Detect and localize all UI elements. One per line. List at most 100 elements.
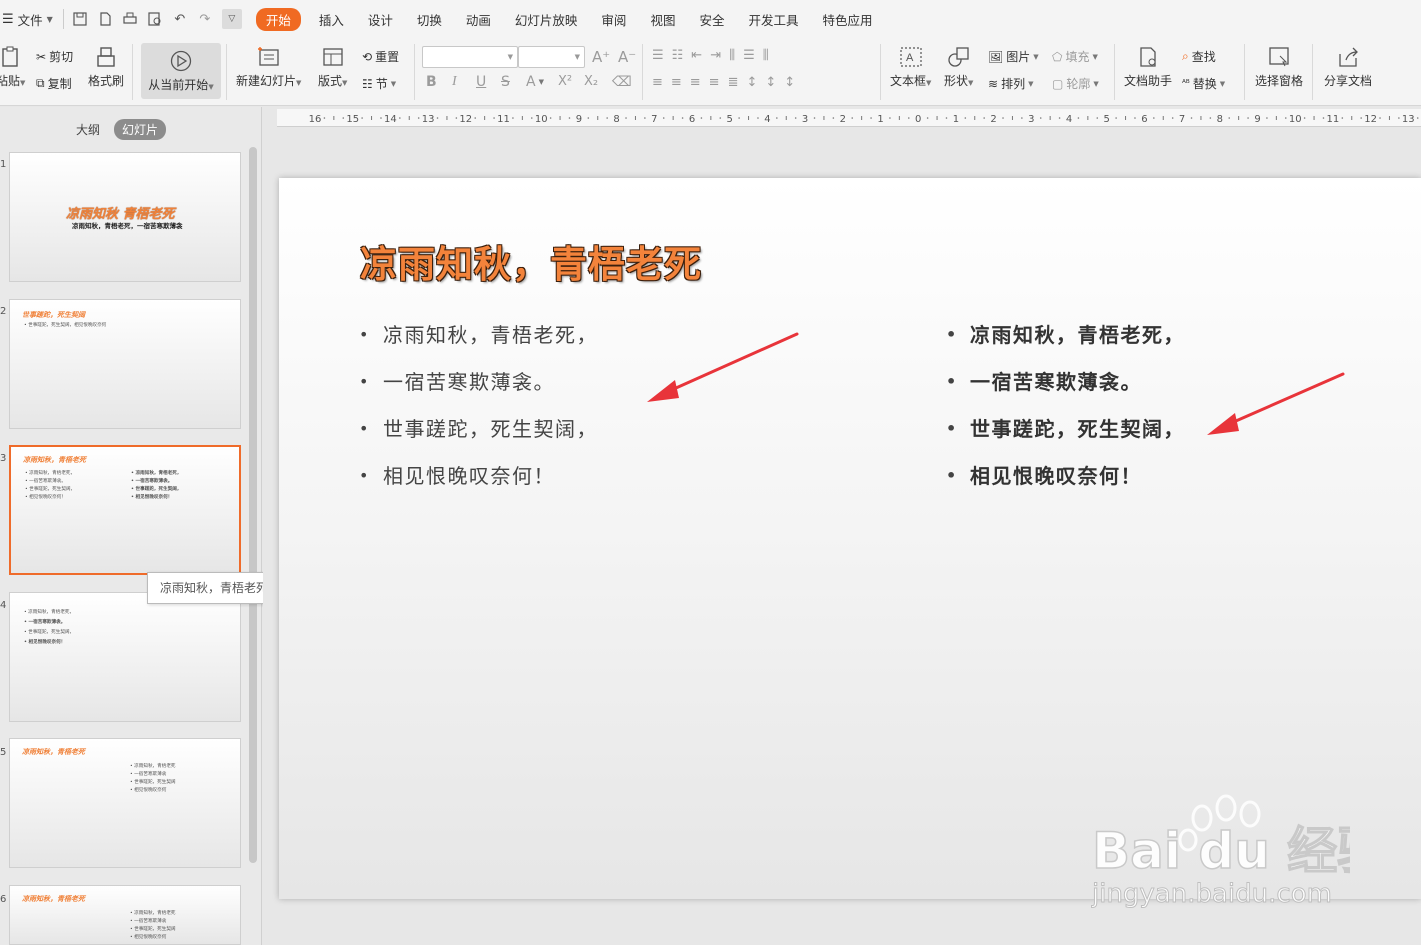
ruler-dot bbox=[1228, 117, 1231, 119]
save-icon[interactable] bbox=[72, 11, 88, 27]
tab-slides[interactable]: 幻灯片 bbox=[114, 119, 167, 140]
font-name-select[interactable]: ▼ bbox=[422, 46, 518, 68]
ruler-label: 3 bbox=[802, 114, 808, 125]
outline-button[interactable]: ▢ 轮廓 ▼ bbox=[1052, 75, 1099, 92]
file-menu[interactable]: ☰ 文件 ▼ bbox=[0, 10, 59, 29]
tab-5[interactable]: 幻灯片放映 bbox=[503, 10, 590, 29]
ruler-label: 1 bbox=[953, 114, 959, 125]
slide-navigation-panel: 大纲 幻灯片 1 凉雨知秋 青梧老死 凉雨知秋，青梧老死，一宿苦寒欺薄衾 2 世… bbox=[0, 107, 262, 945]
ruler-dot bbox=[474, 117, 477, 119]
paste-button[interactable]: 粘贴▼ bbox=[0, 46, 25, 89]
section-button[interactable]: ☷ 节 ▼ bbox=[362, 75, 396, 92]
tab-outline[interactable]: 大纲 bbox=[68, 119, 108, 140]
decrease-font-icon[interactable]: A⁻ bbox=[618, 48, 636, 66]
clear-format-icon[interactable]: ⌫ bbox=[612, 74, 632, 90]
italic-icon[interactable]: I bbox=[452, 74, 457, 90]
layout-button[interactable]: 版式▼ bbox=[318, 46, 347, 89]
copy-button[interactable]: ⧉ 复制 bbox=[36, 75, 72, 92]
search-icon: ⌕ bbox=[1182, 49, 1189, 63]
replace-button[interactable]: ᴬᴮ 替换 ▼ bbox=[1182, 75, 1225, 92]
tab-9[interactable]: 开发工具 bbox=[736, 10, 810, 29]
superscript-icon[interactable]: X² bbox=[558, 74, 572, 89]
ruler-dot bbox=[399, 117, 401, 119]
fill-button[interactable]: ⬠ 填充 ▼ bbox=[1052, 48, 1098, 65]
font-size-select[interactable]: ▼ bbox=[518, 46, 585, 68]
left-text-box[interactable]: 凉雨知秋，青梧老死， 一宿苦寒欺薄衾。 世事蹉跎，死生契阔， 相见恨晚叹奈何！ bbox=[359, 318, 598, 506]
ruler-dot bbox=[1360, 117, 1362, 119]
find-button[interactable]: ⌕ 查找 bbox=[1182, 48, 1216, 65]
slide-thumbnail-2[interactable]: 世事蹉跎，死生契阔 • 世事蹉跎，死生契阔，相见恨晚叹奈何 bbox=[9, 299, 241, 429]
customize-toolbar-icon[interactable]: ▽ bbox=[221, 9, 242, 29]
slide-title[interactable]: 凉雨知秋，青梧老死 bbox=[360, 234, 702, 288]
print-icon[interactable] bbox=[122, 11, 138, 27]
tab-10[interactable]: 特色应用 bbox=[810, 10, 884, 29]
from-current-slide-button[interactable]: 从当前开始▼ bbox=[141, 43, 221, 99]
ruler-dot bbox=[361, 117, 363, 119]
slide-thumbnail-5[interactable]: 凉雨知秋，青梧老死 • 凉雨知秋，青梧老死 • 一宿苦寒欺薄衾 • 世事蹉跎，死… bbox=[9, 738, 241, 868]
strikethrough-icon[interactable]: S bbox=[501, 74, 510, 90]
subscript-icon[interactable]: X₂ bbox=[584, 74, 598, 89]
ruler-label: 6 bbox=[689, 114, 695, 125]
ruler-label: 9 bbox=[576, 114, 582, 125]
ruler-label: 6 bbox=[1141, 114, 1147, 125]
slide-thumbnail-4[interactable]: • 凉雨知秋，青梧老死， • 一宿苦寒欺薄衾。 • 世事蹉跎，死生契阔， • 相… bbox=[9, 592, 241, 722]
print-preview-icon[interactable] bbox=[147, 11, 163, 27]
ruler-label: 0 bbox=[915, 114, 921, 125]
ruler-dot bbox=[1379, 117, 1381, 119]
textbox-button[interactable]: A 文本框▼ bbox=[890, 46, 931, 89]
tab-0[interactable]: 开始 bbox=[255, 7, 301, 31]
cut-button[interactable]: ✂ 剪切 bbox=[36, 48, 73, 65]
reset-button[interactable]: ⟲ 重置 bbox=[362, 48, 399, 65]
quick-access-toolbar: ↶ ↷ ▽ bbox=[62, 9, 250, 29]
ruler-dot bbox=[342, 117, 345, 119]
section-icon: ☷ bbox=[362, 76, 373, 91]
bold-icon[interactable]: B bbox=[426, 74, 437, 90]
format-painter-label: 格式刷 bbox=[88, 74, 125, 88]
horizontal-ruler[interactable]: 16 15 14 13 12 11 10 9 8 7 6 5 4 3 2 1 0 1 2 3 4 5 6 7 8 9 10 11 12 1… bbox=[277, 109, 1421, 127]
picture-button[interactable]: 🖼 图片 ▼ bbox=[988, 48, 1039, 65]
paragraph-toolbar-row2[interactable]: ≡≡≡≡≣↕↕↕ bbox=[652, 75, 803, 90]
tab-6[interactable]: 审阅 bbox=[589, 10, 638, 29]
arrange-button[interactable]: ≋ 排列 ▼ bbox=[988, 75, 1033, 92]
slide-thumbnail-1[interactable]: 凉雨知秋 青梧老死 凉雨知秋，青梧老死，一宿苦寒欺薄衾 bbox=[9, 152, 241, 282]
ruler-dot bbox=[1284, 117, 1287, 119]
tab-3[interactable]: 切换 bbox=[405, 10, 454, 29]
tab-8[interactable]: 安全 bbox=[687, 10, 736, 29]
slide-thumbnail-3[interactable]: 凉雨知秋，青梧老死 • 凉雨知秋，青梧老死， • 一宿苦寒欺薄衾。 • 世事蹉跎… bbox=[9, 445, 241, 575]
select-pane-button[interactable]: 选择窗格 bbox=[1255, 46, 1303, 89]
share-doc-button[interactable]: 分享文档 bbox=[1324, 46, 1372, 89]
ruler-label: 16 bbox=[309, 114, 322, 125]
tab-7[interactable]: 视图 bbox=[638, 10, 687, 29]
ruler-label: 12 bbox=[459, 114, 472, 125]
find-label: 查找 bbox=[1191, 50, 1216, 64]
redo-icon[interactable]: ↷ bbox=[197, 11, 213, 27]
font-color-icon[interactable]: A ▼ bbox=[526, 74, 544, 90]
right-text-box[interactable]: 凉雨知秋，青梧老死， 一宿苦寒欺薄衾。 世事蹉跎，死生契阔， 相见恨晚叹奈何！ bbox=[946, 318, 1185, 506]
ruler-label: 8 bbox=[613, 114, 619, 125]
ruler-label: 14 bbox=[384, 114, 397, 125]
export-pdf-icon[interactable] bbox=[97, 11, 113, 27]
undo-icon[interactable]: ↶ bbox=[172, 11, 188, 27]
increase-font-icon[interactable]: A⁺ bbox=[592, 48, 610, 66]
svg-text:A: A bbox=[906, 52, 914, 64]
outline-label: 轮廓 bbox=[1066, 77, 1091, 91]
tab-1[interactable]: 插入 bbox=[307, 10, 356, 29]
paragraph-toolbar-row1[interactable]: ☰☷⇤⇥⫼☰⫼ bbox=[652, 48, 777, 63]
shape-button[interactable]: 形状▼ bbox=[944, 46, 973, 89]
ruler-dot bbox=[1190, 117, 1193, 119]
watermark-brand: Bai du 经验 bbox=[1092, 822, 1350, 880]
doc-assistant-button[interactable]: 文档助手 bbox=[1124, 46, 1172, 89]
format-painter-button[interactable]: 格式刷 bbox=[88, 46, 124, 89]
ruler-dot bbox=[1209, 117, 1212, 119]
ruler-label: 4 bbox=[764, 114, 770, 125]
thumbnail-title: 凉雨知秋，青梧老死 bbox=[23, 456, 86, 464]
tab-4[interactable]: 动画 bbox=[454, 10, 503, 29]
new-slide-button[interactable]: 新建幻灯片▼ bbox=[236, 46, 301, 89]
underline-icon[interactable]: U bbox=[476, 74, 486, 90]
thumbnail-scrollbar[interactable] bbox=[249, 147, 257, 863]
slide-thumbnail-6[interactable]: 凉雨知秋，青梧老死 • 凉雨知秋，青梧老死 • 一宿苦寒欺薄衾 • 世事蹉跎，死… bbox=[9, 885, 241, 945]
share-icon bbox=[1339, 47, 1358, 67]
ribbon-separator bbox=[1244, 44, 1245, 100]
tab-2[interactable]: 设计 bbox=[356, 10, 405, 29]
from-current-label: 从当前开始 bbox=[148, 77, 209, 92]
